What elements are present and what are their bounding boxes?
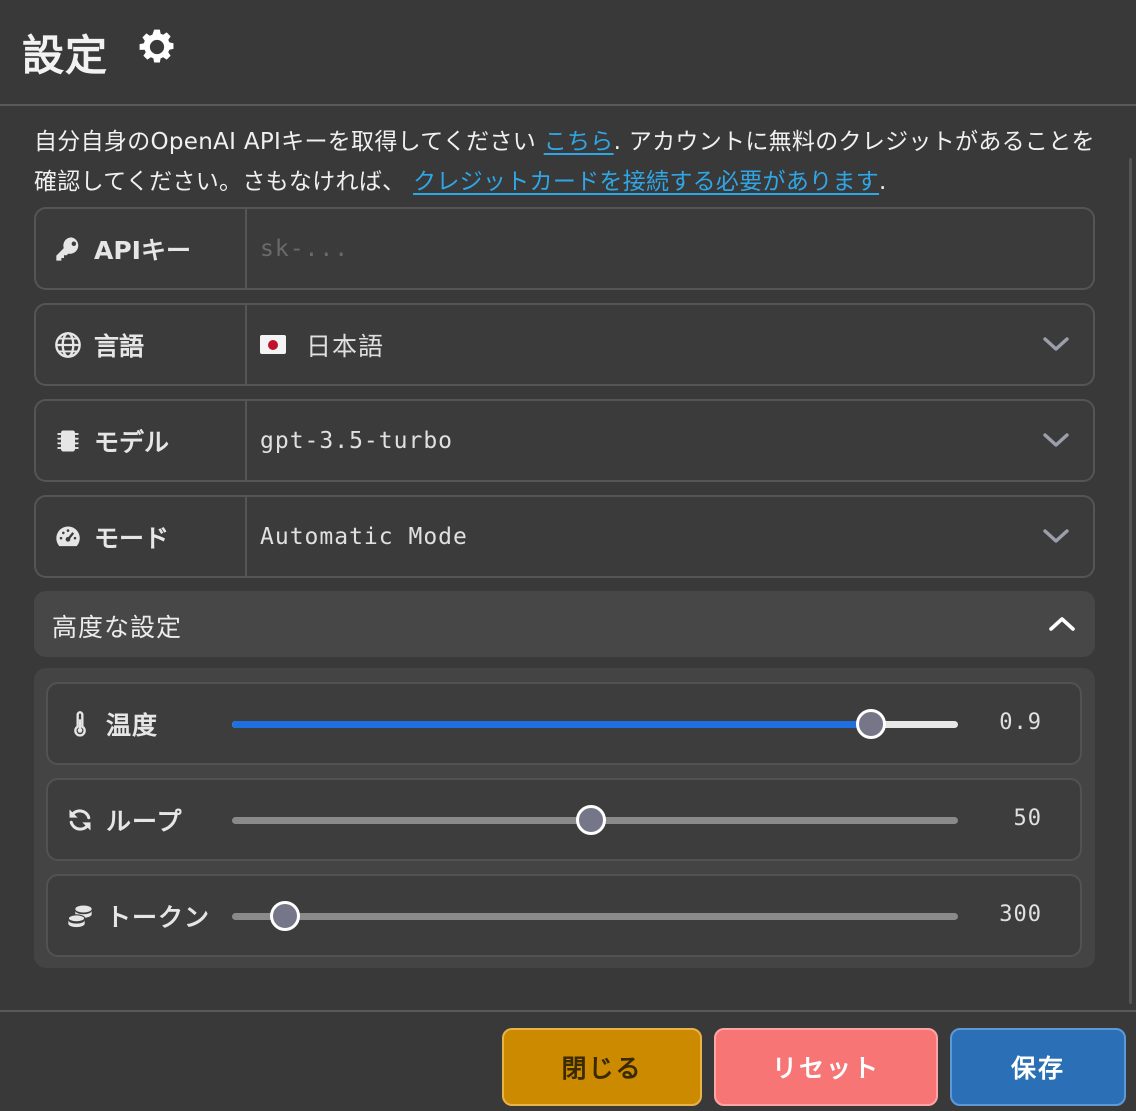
chevron-up-icon[interactable] — [1047, 611, 1077, 637]
dialog-footer: 閉じる リセット 保存 — [0, 1010, 1136, 1111]
api-key-label-text: APIキー — [94, 235, 191, 265]
loop-value: 50 — [1013, 806, 1042, 831]
advanced-settings-panel: 温度 0.9 ループ 50 トークン 300 — [34, 668, 1095, 968]
temperature-slider-fill — [232, 721, 871, 728]
language-select-value: 日本語 — [306, 331, 385, 361]
gauge-icon — [56, 525, 80, 546]
temperature-label: 温度 — [106, 711, 159, 740]
temperature-slider-thumb[interactable] — [855, 709, 886, 739]
dialog-header: 設定 — [0, 0, 1136, 106]
language-select[interactable]: 日本語 — [260, 305, 384, 384]
scrollbar[interactable] — [1129, 158, 1132, 1004]
temperature-slider[interactable] — [232, 709, 958, 739]
chevron-down-icon[interactable] — [1041, 523, 1071, 549]
page-title: 設定 — [22, 31, 109, 80]
connect-credit-card-link[interactable]: クレジットカードを接続する必要があります — [413, 169, 879, 195]
chevron-down-icon[interactable] — [1041, 331, 1071, 357]
mode-label: モード — [36, 497, 247, 576]
tokens-row: トークン 300 — [46, 874, 1082, 957]
temperature-row: 温度 0.9 — [46, 682, 1082, 765]
tokens-slider[interactable] — [232, 901, 958, 931]
tokens-slider-thumb[interactable] — [269, 901, 300, 931]
loop-label: ループ — [106, 807, 183, 836]
close-button[interactable]: 閉じる — [502, 1028, 702, 1106]
intro-text-part: . — [879, 169, 887, 195]
thermometer-icon — [74, 711, 86, 737]
chevron-down-icon[interactable] — [1041, 427, 1071, 453]
mode-field[interactable]: モード Automatic Mode — [34, 495, 1095, 578]
coins-icon — [67, 905, 92, 928]
loop-row: ループ 50 — [46, 778, 1082, 861]
reset-button[interactable]: リセット — [714, 1028, 938, 1106]
api-key-field: APIキー sk-... — [34, 207, 1095, 290]
model-label: モデル — [36, 401, 247, 480]
model-label-text: モデル — [94, 427, 170, 457]
model-select[interactable]: gpt-3.5-turbo — [260, 401, 453, 480]
tokens-label: トークン — [106, 903, 211, 932]
save-button[interactable]: 保存 — [950, 1028, 1126, 1106]
dialog-body: 自分自身のOpenAI APIキーを取得してください こちら. アカウントに無料… — [0, 108, 1136, 1010]
japan-flag-icon — [260, 335, 286, 354]
loop-slider[interactable] — [232, 805, 958, 835]
key-icon — [56, 236, 79, 261]
globe-icon — [55, 331, 81, 358]
api-key-input[interactable]: sk-... — [260, 209, 349, 288]
language-field[interactable]: 言語 日本語 — [34, 303, 1095, 386]
mode-select[interactable]: Automatic Mode — [260, 497, 468, 576]
mode-label-text: モード — [94, 523, 170, 553]
gear-icon — [139, 29, 174, 63]
temperature-value: 0.9 — [999, 710, 1042, 735]
advanced-settings-toggle[interactable]: 高度な設定 — [34, 591, 1095, 657]
api-key-label: APIキー — [36, 209, 247, 288]
advanced-settings-title: 高度な設定 — [52, 613, 183, 642]
model-field[interactable]: モデル gpt-3.5-turbo — [34, 399, 1095, 482]
intro-text: 自分自身のOpenAI APIキーを取得してください こちら. アカウントに無料… — [34, 122, 1104, 202]
language-label: 言語 — [36, 305, 247, 384]
intro-text-part: 自分自身のOpenAI APIキーを取得してください — [34, 129, 544, 155]
language-label-text: 言語 — [94, 331, 145, 361]
chip-icon — [57, 430, 79, 451]
tokens-value: 300 — [999, 902, 1042, 927]
refresh-icon — [69, 809, 91, 831]
loop-slider-thumb[interactable] — [576, 805, 607, 835]
settings-dialog: 設定 自分自身のOpenAI APIキーを取得してください こちら. アカウント… — [0, 0, 1136, 1111]
get-api-key-link[interactable]: こちら — [544, 129, 614, 155]
